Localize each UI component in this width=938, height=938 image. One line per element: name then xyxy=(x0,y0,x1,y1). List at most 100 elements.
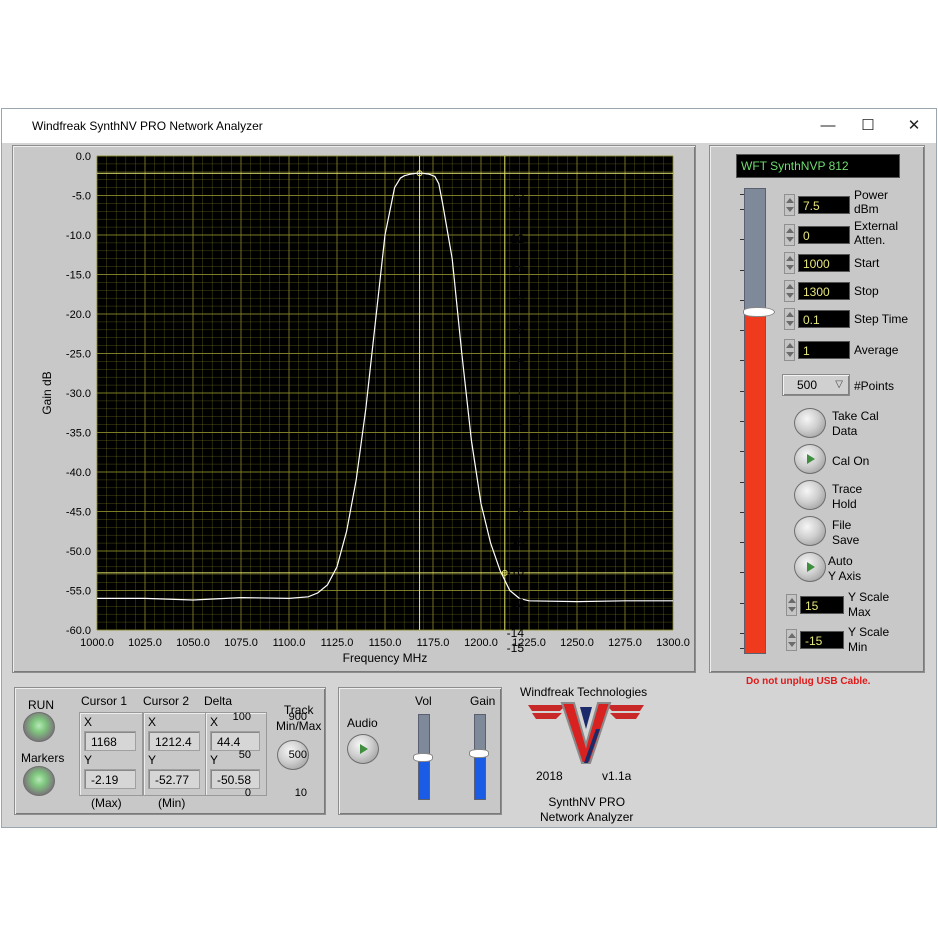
audio-button[interactable] xyxy=(347,734,379,764)
average-spinner[interactable] xyxy=(784,339,795,361)
cursor2-x-field: 1212.4 xyxy=(148,731,200,751)
delta-title: Delta xyxy=(204,694,233,708)
y-tick-label: -20.0 xyxy=(66,309,91,321)
play-icon xyxy=(807,562,815,572)
cursor1-group: X 1168 Y -2.19 xyxy=(79,712,143,796)
ext-atten-label: External Atten. xyxy=(854,219,899,247)
markers-panel: RUN Markers Cursor 1 X 1168 Y -2.19 (Max… xyxy=(14,687,326,815)
power-slider-thumb[interactable] xyxy=(743,306,775,317)
cal-on-label: Cal On xyxy=(832,454,870,468)
x-tick-label: 1300.0 xyxy=(656,637,690,649)
power-slider-track[interactable] xyxy=(743,188,775,654)
power-spinner[interactable] xyxy=(784,194,795,216)
y-tick-label: -50.0 xyxy=(66,546,91,558)
vol-label: Vol xyxy=(415,694,432,708)
markers-label: Markers xyxy=(21,751,65,765)
yscale-min-field[interactable]: -15 xyxy=(800,631,844,649)
power-tick-label: -14 xyxy=(506,625,524,640)
gain-chart[interactable]: 1000.0 1025.0 1050.0 1075.0 1100.0 1125.0 1150… xyxy=(13,146,695,672)
y-tick-label: -15.0 xyxy=(66,270,91,282)
trace-hold-button[interactable] xyxy=(794,480,826,510)
run-button[interactable] xyxy=(23,712,55,742)
power-tick-label: -15 xyxy=(506,641,524,655)
graph-panel: 1000.0 1025.0 1050.0 1075.0 1100.0 1125.0 1150… xyxy=(12,145,696,673)
cursor1-title: Cursor 1 xyxy=(81,694,128,708)
vol-slider-track[interactable] xyxy=(413,714,433,800)
close-button[interactable]: ✕ xyxy=(900,115,928,137)
y-tick-label: -55.0 xyxy=(66,586,91,598)
power-tick-label: -12 xyxy=(506,595,524,610)
play-icon xyxy=(360,744,368,754)
power-label: Power dBm xyxy=(854,188,889,216)
audio-tick-label: 10 xyxy=(294,787,307,799)
audio-tick-label: 0 xyxy=(244,787,251,799)
y-tick-label: -45.0 xyxy=(66,507,91,519)
y-tick-label: -10.0 xyxy=(66,230,91,242)
x-tick-label: 1050.0 xyxy=(176,637,210,649)
step-time-field[interactable]: 0.1 xyxy=(798,310,850,328)
yscale-min-spinner[interactable] xyxy=(786,629,797,651)
app-window: Windfreak SynthNV PRO Network Analyzer —… xyxy=(1,108,937,828)
x-tick-label: 1200.0 xyxy=(464,637,498,649)
play-icon xyxy=(807,454,815,464)
gain-slider-track[interactable] xyxy=(469,714,489,800)
power-tick-label: -10 xyxy=(506,565,524,580)
delta-x-field: 44.4 xyxy=(210,731,260,751)
delta-y-field: -50.58 xyxy=(210,769,260,789)
maximize-button[interactable]: ☐ xyxy=(854,115,882,137)
x-axis-label: Frequency MHz xyxy=(343,651,428,665)
auto-y-axis-label: Auto Y Axis xyxy=(828,554,862,583)
cursor2-note: (Min) xyxy=(158,796,186,810)
power-tick-label: -4 xyxy=(513,474,524,489)
trace-hold-label: Trace Hold xyxy=(832,482,863,511)
average-label: Average xyxy=(854,343,899,357)
stop-spinner[interactable] xyxy=(784,280,795,302)
start-spinner[interactable] xyxy=(784,252,795,274)
ext-atten-spinner[interactable] xyxy=(784,224,795,246)
file-save-button[interactable] xyxy=(794,516,826,546)
version: v1.1a xyxy=(602,769,632,783)
markers-button[interactable] xyxy=(23,766,55,796)
step-time-spinner[interactable] xyxy=(784,308,795,330)
y-tick-label: -25.0 xyxy=(66,349,91,361)
year: 2018 xyxy=(536,769,563,783)
x-tick-label: 1150.0 xyxy=(369,637,402,649)
x-tick-label: 1025.0 xyxy=(128,637,162,649)
x-tick-label: 1075.0 xyxy=(224,637,258,649)
control-panel: WFT SynthNVP 812 15 14 12 10 8 6 4 2 0 -2 -4 -6 -8 -1… xyxy=(507,145,925,673)
cal-on-button[interactable] xyxy=(794,444,826,474)
take-cal-button[interactable] xyxy=(794,408,826,438)
minimize-button[interactable]: — xyxy=(814,115,842,137)
points-label: #Points xyxy=(854,379,895,393)
points-value: 500 xyxy=(797,378,818,392)
gain-slider-thumb[interactable] xyxy=(469,749,489,759)
file-save-label: File Save xyxy=(832,518,860,547)
average-field[interactable]: 1 xyxy=(798,341,850,359)
device-name-display: WFT SynthNVP 812 xyxy=(736,154,900,178)
window-title: Windfreak SynthNV PRO Network Analyzer xyxy=(32,119,263,133)
start-field[interactable]: 1000 xyxy=(798,254,850,272)
cursor2-title: Cursor 2 xyxy=(143,694,190,708)
run-label: RUN xyxy=(28,698,54,712)
audio-tick-label: 500 xyxy=(288,749,307,761)
power-tick-label: 12 xyxy=(510,232,524,247)
yscale-max-field[interactable]: 15 xyxy=(800,596,844,614)
points-select[interactable]: 500 ▽ xyxy=(782,374,850,396)
stop-field[interactable]: 1300 xyxy=(798,282,850,300)
delta-group: X 44.4 Y -50.58 xyxy=(205,712,267,796)
power-tick-label: 15 xyxy=(510,187,524,201)
audio-panel: Audio Vol 100 50 0 Gain 900 500 10 xyxy=(233,687,502,815)
y-axis-label: Gain dB xyxy=(40,371,54,414)
y-tick-label: -60.0 xyxy=(66,625,91,637)
yscale-min-label: Y Scale Min xyxy=(848,625,890,654)
power-field[interactable]: 7.5 xyxy=(798,196,850,214)
power-tick-label: 10 xyxy=(510,262,524,277)
usb-warning: Do not unplug USB Cable. xyxy=(746,676,871,687)
company-name: Windfreak Technologies xyxy=(520,685,648,699)
gain-slider-fill xyxy=(475,756,485,799)
ext-atten-field[interactable]: 0 xyxy=(798,226,850,244)
vol-slider-thumb[interactable] xyxy=(413,753,433,762)
step-time-label: Step Time xyxy=(854,312,909,326)
auto-y-axis-button[interactable] xyxy=(794,552,826,582)
yscale-max-spinner[interactable] xyxy=(786,594,797,616)
